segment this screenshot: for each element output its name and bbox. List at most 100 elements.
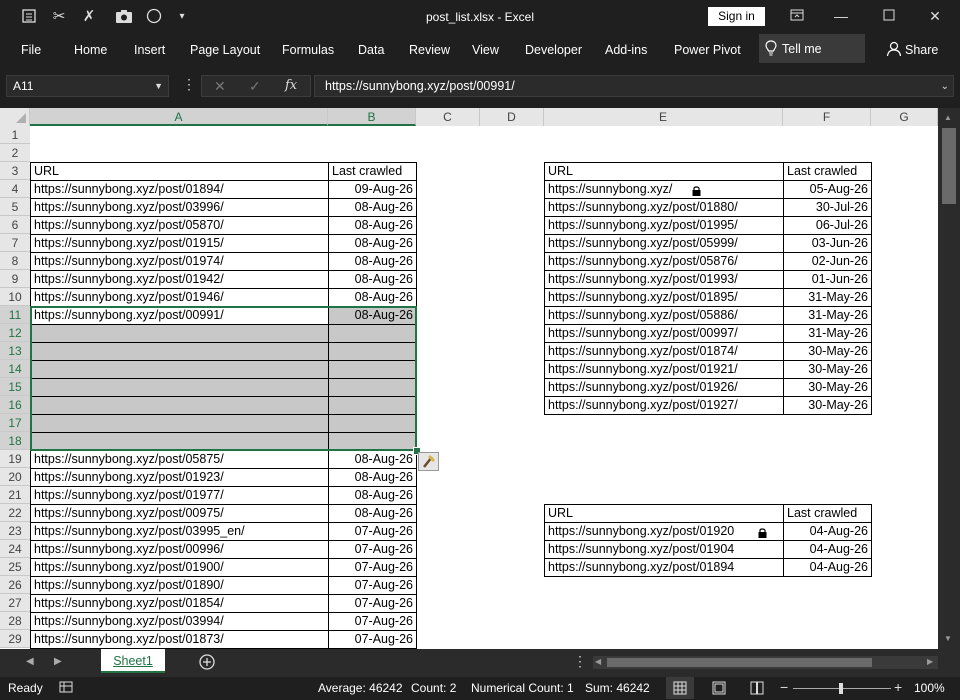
row-header-18[interactable]: 18 [0,432,30,450]
table1-date-cell[interactable]: 08-Aug-26 [328,468,417,487]
table1-url-cell[interactable]: https://sunnybong.xyz/post/03996/ [30,198,329,217]
row-header-5[interactable]: 5 [0,198,30,216]
table1-date-cell[interactable]: 08-Aug-26 [328,234,417,253]
row-header-21[interactable]: 21 [0,486,30,504]
tab-view[interactable]: View [472,43,499,57]
table1-url-cell[interactable]: https://sunnybong.xyz/post/01915/ [30,234,329,253]
row-header-27[interactable]: 27 [0,594,30,612]
table1-header-last-crawled[interactable]: Last crawled [328,162,417,181]
table1-url-cell[interactable]: https://sunnybong.xyz/post/01942/ [30,270,329,289]
table1-url-cell[interactable]: https://sunnybong.xyz/post/01923/ [30,468,329,487]
table1-url-cell[interactable]: https://sunnybong.xyz/post/01977/ [30,486,329,505]
zoom-in-icon[interactable]: + [894,679,902,695]
table1-url-cell[interactable] [30,378,329,397]
row-header-4[interactable]: 4 [0,180,30,198]
table2-date-cell[interactable]: 31-May-26 [783,324,872,343]
table1-url-cell[interactable]: https://sunnybong.xyz/post/01873/ [30,630,329,649]
insert-function-icon[interactable]: fx [285,78,297,93]
table1-url-cell[interactable] [30,324,329,343]
row-header-16[interactable]: 16 [0,396,30,414]
table1-date-cell[interactable]: 07-Aug-26 [328,576,417,595]
ribbon-display-options-icon[interactable] [782,6,812,26]
scroll-left-icon[interactable]: ◀ [595,657,601,666]
tab-splitter-icon[interactable]: ⋮ [573,653,587,670]
maximize-icon[interactable] [874,6,904,26]
row-header-12[interactable]: 12 [0,324,30,342]
table2-date-cell[interactable]: 30-May-26 [783,342,872,361]
table1-url-cell[interactable]: https://sunnybong.xyz/post/03994/ [30,612,329,631]
name-box-dropdown-icon[interactable]: ▼ [154,76,163,96]
close-icon[interactable]: ✕ [920,6,950,26]
table1-url-cell[interactable] [30,360,329,379]
share-button[interactable]: Share [905,43,938,57]
tab-developer[interactable]: Developer [525,43,582,57]
table2-url-cell[interactable]: https://sunnybong.xyz/post/05886/ [544,306,784,325]
row-header-28[interactable]: 28 [0,612,30,630]
row-header-29[interactable]: 29 [0,630,30,648]
table1-date-cell[interactable]: 07-Aug-26 [328,594,417,613]
table1-date-cell[interactable]: 08-Aug-26 [328,486,417,505]
table3-url-cell[interactable]: https://sunnybong.xyz/post/01920 [544,522,784,541]
tab-review[interactable]: Review [409,43,450,57]
table1-date-cell[interactable]: 08-Aug-26 [328,504,417,523]
zoom-level[interactable]: 100% [914,681,945,695]
table2-date-cell[interactable]: 01-Jun-26 [783,270,872,289]
more-options-icon[interactable]: ⋮ [182,76,196,93]
name-box[interactable]: A11 ▼ [6,75,169,97]
select-all-corner[interactable] [0,108,30,126]
table2-date-cell[interactable]: 30-May-26 [783,396,872,415]
row-header-19[interactable]: 19 [0,450,30,468]
tab-power-pivot[interactable]: Power Pivot [674,43,741,57]
table3-date-cell[interactable]: 04-Aug-26 [783,558,872,577]
page-layout-view-icon[interactable] [712,681,726,698]
table1-date-cell[interactable] [328,432,417,451]
table1-date-cell[interactable]: 09-Aug-26 [328,180,417,199]
table2-date-cell[interactable]: 31-May-26 [783,306,872,325]
row-header-25[interactable]: 25 [0,558,30,576]
table1-date-cell[interactable] [328,414,417,433]
table2-date-cell[interactable]: 30-Jul-26 [783,198,872,217]
row-header-22[interactable]: 22 [0,504,30,522]
row-header-9[interactable]: 9 [0,270,30,288]
worksheet-grid[interactable]: ABCDEFG 1 2 3 4 5 6 7 8 9 10 11 12 13 14 15 16 17 18 19 20 2… [0,108,938,649]
table3-date-cell[interactable]: 04-Aug-26 [783,540,872,559]
table2-url-cell[interactable]: https://sunnybong.xyz/post/01874/ [544,342,784,361]
table1-url-cell[interactable] [30,342,329,361]
table1-date-cell[interactable]: 08-Aug-26 [328,216,417,235]
column-header-g[interactable]: G [871,108,938,126]
horizontal-scroll-thumb[interactable] [607,658,872,667]
table1-date-cell[interactable]: 08-Aug-26 [328,288,417,307]
table2-date-cell[interactable]: 30-May-26 [783,378,872,397]
table3-date-cell[interactable]: 04-Aug-26 [783,522,872,541]
cancel-entry-icon[interactable]: ✕ [214,78,226,95]
scroll-up-icon[interactable]: ▲ [944,113,952,122]
table1-url-cell[interactable]: https://sunnybong.xyz/post/01894/ [30,180,329,199]
table2-url-cell[interactable]: https://sunnybong.xyz/post/01926/ [544,378,784,397]
accessibility-icon[interactable] [59,680,73,697]
table2-header-url[interactable]: URL [544,162,784,181]
tab-formulas[interactable]: Formulas [282,43,334,57]
table1-url-cell[interactable]: https://sunnybong.xyz/post/03995_en/ [30,522,329,541]
table1-url-cell[interactable]: https://sunnybong.xyz/post/00991/ [30,306,329,325]
row-header-1[interactable]: 1 [0,126,30,144]
table1-url-cell[interactable]: https://sunnybong.xyz/post/01900/ [30,558,329,577]
tab-file[interactable]: File [21,43,41,57]
formula-input[interactable]: https://sunnybong.xyz/post/00991/ ⌄ [314,75,954,97]
page-break-view-icon[interactable] [750,681,764,698]
table2-date-cell[interactable]: 02-Jun-26 [783,252,872,271]
table2-url-cell[interactable]: https://sunnybong.xyz/post/05999/ [544,234,784,253]
row-header-20[interactable]: 20 [0,468,30,486]
table1-url-cell[interactable] [30,414,329,433]
table1-url-cell[interactable]: https://sunnybong.xyz/post/01974/ [30,252,329,271]
row-header-23[interactable]: 23 [0,522,30,540]
column-header-c[interactable]: C [416,108,480,126]
table1-url-cell[interactable]: https://sunnybong.xyz/post/05870/ [30,216,329,235]
table3-header-last-crawled[interactable]: Last crawled [783,504,872,523]
table1-date-cell[interactable]: 08-Aug-26 [328,306,417,325]
vertical-scrollbar[interactable]: ▲ ▼ [938,108,960,649]
column-header-f[interactable]: F [783,108,871,126]
scroll-right-icon[interactable]: ▶ [927,657,933,666]
row-header-2[interactable]: 2 [0,144,30,162]
table2-date-cell[interactable]: 05-Aug-26 [783,180,872,199]
table3-url-cell[interactable]: https://sunnybong.xyz/post/01904 [544,540,784,559]
